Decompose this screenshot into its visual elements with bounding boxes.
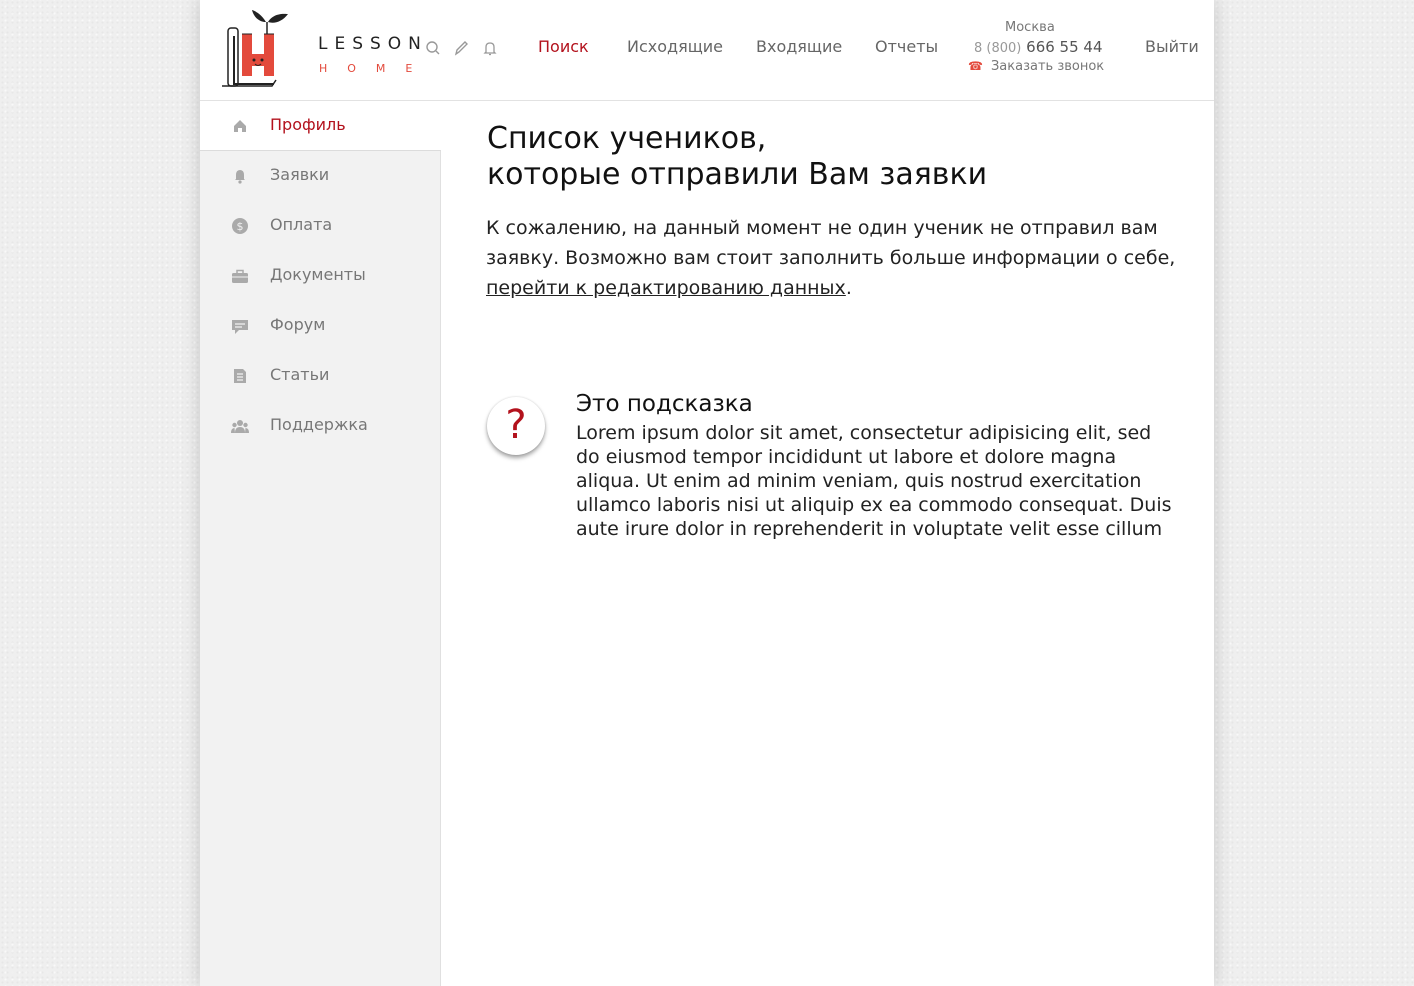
callback-link[interactable]: ☎ Заказать звонок (968, 59, 1104, 74)
hint-title: Это подсказка (576, 391, 753, 417)
page-title: Список учеников, которые отправили Вам з… (487, 121, 987, 193)
sidebar-item-payment[interactable]: $ Оплата (200, 201, 440, 251)
sidebar-item-forum[interactable]: Форум (200, 301, 440, 351)
page-title-line2: которые отправили Вам заявки (487, 157, 988, 192)
bell-icon[interactable] (481, 39, 499, 57)
phone-icon: ☎ (968, 59, 983, 73)
hint-text: Lorem ipsum dolor sit amet, consectetur … (576, 422, 1172, 540)
users-icon (231, 417, 249, 435)
sidebar-item-label: Форум (270, 315, 326, 334)
pencil-icon[interactable] (452, 39, 470, 57)
header: LESSON HOME Поиск Исходящие Входящие Отч… (200, 0, 1214, 101)
chat-icon (231, 317, 249, 335)
sidebar-item-profile[interactable]: Профиль (200, 101, 441, 151)
logout-button[interactable]: Выйти (1145, 37, 1199, 56)
nav-reports[interactable]: Отчеты (875, 37, 938, 56)
search-icon[interactable] (424, 39, 442, 57)
empty-state-end: . (845, 277, 852, 299)
sidebar-item-documents[interactable]: Документы (200, 251, 440, 301)
empty-state-text: К сожалению, на данный момент не один уч… (486, 217, 1176, 269)
bell-icon (231, 167, 249, 185)
nav-outgoing[interactable]: Исходящие (627, 37, 723, 56)
document-icon (231, 367, 249, 385)
sidebar-item-label: Документы (270, 265, 366, 284)
sidebar-item-label: Оплата (270, 215, 333, 234)
nav-incoming[interactable]: Входящие (756, 37, 842, 56)
home-icon (231, 117, 249, 135)
edit-profile-link[interactable]: перейти к редактированию данных (486, 277, 846, 299)
page-container: LESSON HOME Поиск Исходящие Входящие Отч… (200, 0, 1214, 986)
page-title-line1: Список учеников, (487, 121, 767, 156)
logo[interactable]: LESSON HOME (218, 8, 421, 90)
logo-word-lesson: LESSON (318, 34, 428, 54)
dollar-icon: $ (231, 217, 249, 235)
contact-city: Москва (1005, 20, 1055, 35)
logo-word-home: HOME (319, 62, 433, 75)
sidebar-item-requests[interactable]: Заявки (200, 151, 440, 201)
question-icon: ? (487, 397, 545, 455)
contact-phone[interactable]: 8 (800) 666 55 44 (974, 38, 1103, 56)
sidebar-item-label: Поддержка (270, 415, 368, 434)
sidebar-item-label: Заявки (270, 165, 330, 184)
phone-code: 8 (800) (974, 41, 1022, 56)
callback-label: Заказать звонок (990, 59, 1105, 74)
logo-mark-icon (222, 10, 288, 87)
sidebar: Профиль Заявки $ Оплата Документы Форум (200, 101, 441, 986)
briefcase-icon (231, 267, 249, 285)
nav-search[interactable]: Поиск (538, 37, 589, 56)
sidebar-item-articles[interactable]: Статьи (200, 351, 440, 401)
sidebar-item-label: Профиль (270, 115, 346, 134)
empty-state-message: К сожалению, на данный момент не один уч… (486, 213, 1176, 303)
svg-text:$: $ (237, 220, 244, 233)
sidebar-item-label: Статьи (270, 365, 330, 384)
phone-number: 666 55 44 (1026, 38, 1103, 56)
sidebar-item-support[interactable]: Поддержка (200, 401, 440, 451)
